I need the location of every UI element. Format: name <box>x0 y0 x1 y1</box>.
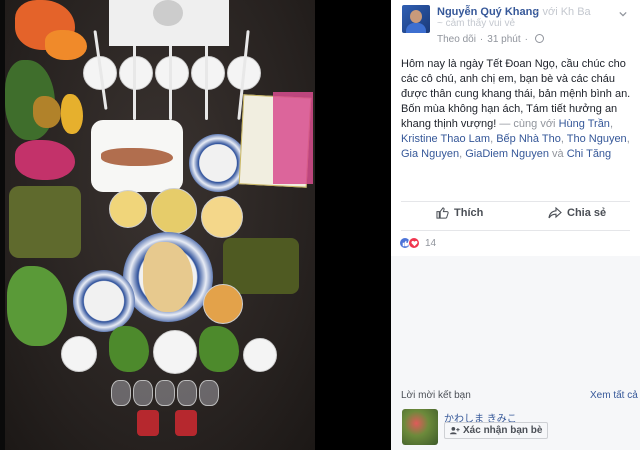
bowl <box>155 56 189 90</box>
post-meta: Theo dõi · 31 phút · <box>437 34 544 45</box>
banh-chung <box>9 186 81 258</box>
reaction-summary[interactable]: 14 <box>399 237 436 249</box>
tagged-person[interactable]: Chi Tăng <box>567 148 611 160</box>
tagged-person[interactable]: Tho Nguyen <box>567 133 627 145</box>
wine-cup <box>175 410 197 436</box>
sticky-rice-bowl <box>151 188 197 234</box>
author-name[interactable]: Nguyễn Quý Khang <box>437 6 539 18</box>
globe-icon[interactable] <box>534 34 544 43</box>
mango <box>61 94 83 134</box>
rice-bowl <box>153 330 197 374</box>
like-button[interactable]: Thích <box>436 207 483 219</box>
follow-link[interactable]: Theo dõi <box>437 34 476 45</box>
post-time[interactable]: 31 phút <box>487 34 520 45</box>
author-activity: ~ cảm thấy vui vẻ <box>437 18 516 29</box>
bowl <box>243 338 277 372</box>
share-label: Chia sẻ <box>567 207 607 219</box>
author-extra: ~ với Kh Ba <box>533 6 591 18</box>
okra <box>109 326 149 372</box>
tagged-person[interactable]: Hùng Trần <box>559 118 610 130</box>
share-button[interactable]: Chia sẻ <box>548 207 606 219</box>
votive-paper <box>273 92 313 184</box>
post-photo[interactable] <box>5 0 315 450</box>
confirm-friend-button[interactable]: Xác nhận bạn bè <box>444 422 549 439</box>
and-word: và <box>552 148 564 160</box>
tagged-person[interactable]: Gia Nguyen <box>401 148 459 160</box>
author-avatar[interactable] <box>402 5 430 33</box>
dragon-fruit <box>15 140 75 180</box>
wine-cup <box>137 410 159 436</box>
friend-requests-title: Lời mời kết bạn <box>401 390 471 401</box>
bowl <box>61 336 97 372</box>
divider <box>401 201 630 202</box>
see-all-link[interactable]: Xem tất cả <box>590 390 638 401</box>
reaction-count: 14 <box>425 237 437 249</box>
okra <box>199 326 239 372</box>
like-label: Thích <box>454 207 484 219</box>
sweet-soup-bowl <box>109 190 147 228</box>
grilled-fish <box>101 148 173 166</box>
love-reaction-icon <box>408 237 420 249</box>
glass <box>155 380 175 406</box>
gap-backdrop <box>315 0 391 450</box>
tagged-person[interactable]: GiaDiem Nguyen <box>465 148 549 160</box>
flower <box>45 30 87 60</box>
share-arrow-icon <box>548 207 562 219</box>
spring-roll-plate <box>73 270 135 332</box>
dumpling-bowl <box>201 196 243 238</box>
incense-holder <box>153 0 183 26</box>
with-prefix: — cùng với <box>499 118 556 130</box>
avatar-shirt <box>406 23 426 33</box>
divider <box>401 230 630 231</box>
tagged-person[interactable]: Bếp Nhà Tho <box>496 133 561 145</box>
avatar-face <box>410 10 422 23</box>
add-friend-icon <box>450 427 460 435</box>
bowl <box>119 56 153 90</box>
bowl <box>191 56 225 90</box>
tagged-person[interactable]: Kristine Thao Lam <box>401 133 490 145</box>
glass <box>177 380 197 406</box>
thumbs-up-icon <box>436 207 449 219</box>
friend-avatar[interactable] <box>402 409 438 445</box>
post-text: Hôm nay là ngày Tết Đoan Ngọ, cầu chúc c… <box>401 58 631 160</box>
banh-tro <box>223 238 299 294</box>
chevron-down-icon[interactable] <box>619 10 627 18</box>
glass <box>111 380 131 406</box>
sauce-bowl <box>203 284 243 324</box>
confirm-label: Xác nhận bạn bè <box>463 425 543 436</box>
glass <box>133 380 153 406</box>
pineapple <box>33 96 61 128</box>
glass <box>199 380 219 406</box>
